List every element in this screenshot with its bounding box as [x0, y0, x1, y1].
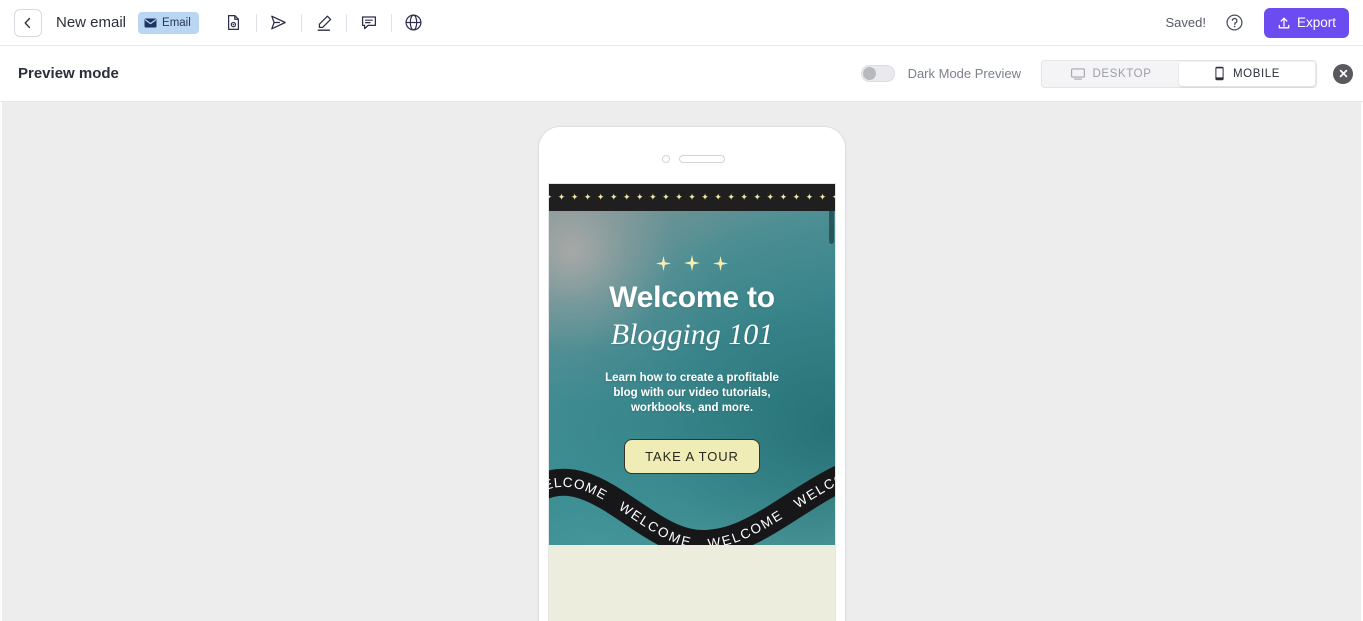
close-preview-button[interactable] — [1333, 63, 1353, 84]
toolbar-icon-group — [221, 10, 427, 36]
chevron-left-icon — [24, 17, 31, 28]
hero-sparkle-row — [549, 211, 835, 271]
email-hero-section: Welcome to Blogging 101 Learn how to cre… — [549, 211, 835, 545]
email-type-badge[interactable]: Email — [138, 11, 199, 34]
phone-screen: ✦✦✦ ✦✦✦ ✦✦✦ ✦✦✦ ✦✦✦ ✦✦✦ ✦✦✦ ✦✦✦ ✦✦✦ — [548, 183, 836, 621]
tab-desktop-label: DESKTOP — [1092, 67, 1152, 80]
sparkle-icon — [713, 255, 728, 271]
comment-icon[interactable] — [356, 10, 382, 36]
export-label: Export — [1296, 15, 1336, 30]
top-toolbar-right: Saved! Export — [1165, 7, 1363, 38]
top-toolbar: New email Email Saved! Export — [0, 0, 1363, 46]
send-test-icon[interactable] — [266, 10, 292, 36]
email-badge-label: Email — [162, 16, 191, 29]
tab-desktop[interactable]: DESKTOP — [1043, 62, 1179, 86]
toolbar-divider — [390, 13, 392, 32]
preview-canvas: ✦✦✦ ✦✦✦ ✦✦✦ ✦✦✦ ✦✦✦ ✦✦✦ ✦✦✦ ✦✦✦ ✦✦✦ — [0, 102, 1363, 621]
toolbar-divider — [300, 13, 302, 32]
preview-mode-title: Preview mode — [18, 65, 119, 82]
highlighter-icon[interactable] — [311, 10, 337, 36]
phone-top-hardware — [539, 155, 847, 163]
hero-subtext: Learn how to create a profitable blog wi… — [605, 372, 779, 415]
preview-mode-bar: Preview mode Dark Mode Preview DESKTOP M… — [0, 46, 1363, 102]
saved-status: Saved! — [1165, 15, 1206, 30]
close-icon — [1339, 69, 1347, 78]
toggle-knob — [862, 67, 876, 80]
monitor-icon — [1070, 67, 1085, 80]
file-settings-icon[interactable] — [221, 10, 247, 36]
preview-controls: Dark Mode Preview DESKTOP MOBILE — [860, 59, 1363, 88]
canvas-left-edge — [0, 102, 2, 621]
globe-icon[interactable] — [401, 10, 427, 36]
phone-camera-icon — [661, 155, 670, 163]
tab-mobile[interactable]: MOBILE — [1179, 61, 1315, 86]
email-top-strip: ✦✦✦ ✦✦✦ ✦✦✦ ✦✦✦ ✦✦✦ ✦✦✦ ✦✦✦ ✦✦✦ ✦✦✦ — [549, 184, 835, 211]
dark-mode-label: Dark Mode Preview — [907, 66, 1021, 81]
toolbar-divider — [345, 13, 347, 32]
hero-heading-line1: Welcome to — [609, 281, 775, 314]
document-title: New email — [56, 14, 127, 31]
dark-mode-toggle[interactable] — [860, 65, 895, 82]
toolbar-divider — [255, 13, 257, 32]
email-footer-band — [549, 545, 835, 621]
phone-speaker-icon — [678, 155, 725, 163]
take-a-tour-button[interactable]: TAKE A TOUR — [624, 438, 760, 474]
tab-mobile-label: MOBILE — [1232, 67, 1281, 80]
hero-heading-line2: Blogging 101 — [610, 318, 774, 351]
sparkle-icon — [684, 255, 700, 271]
upload-icon — [1278, 17, 1290, 28]
email-preview-content: ✦✦✦ ✦✦✦ ✦✦✦ ✦✦✦ ✦✦✦ ✦✦✦ ✦✦✦ ✦✦✦ ✦✦✦ — [549, 184, 835, 621]
preview-scrollbar-thumb[interactable] — [829, 206, 834, 244]
envelope-icon — [144, 18, 157, 27]
sparkle-icon — [656, 255, 671, 271]
question-mark-icon[interactable] — [1222, 10, 1248, 36]
phone-icon — [1215, 66, 1224, 81]
export-button[interactable]: Export — [1263, 7, 1349, 38]
phone-mockup: ✦✦✦ ✦✦✦ ✦✦✦ ✦✦✦ ✦✦✦ ✦✦✦ ✦✦✦ ✦✦✦ ✦✦✦ — [538, 126, 846, 621]
back-button[interactable] — [14, 8, 42, 37]
viewport-segmented-control: DESKTOP MOBILE — [1041, 59, 1317, 88]
